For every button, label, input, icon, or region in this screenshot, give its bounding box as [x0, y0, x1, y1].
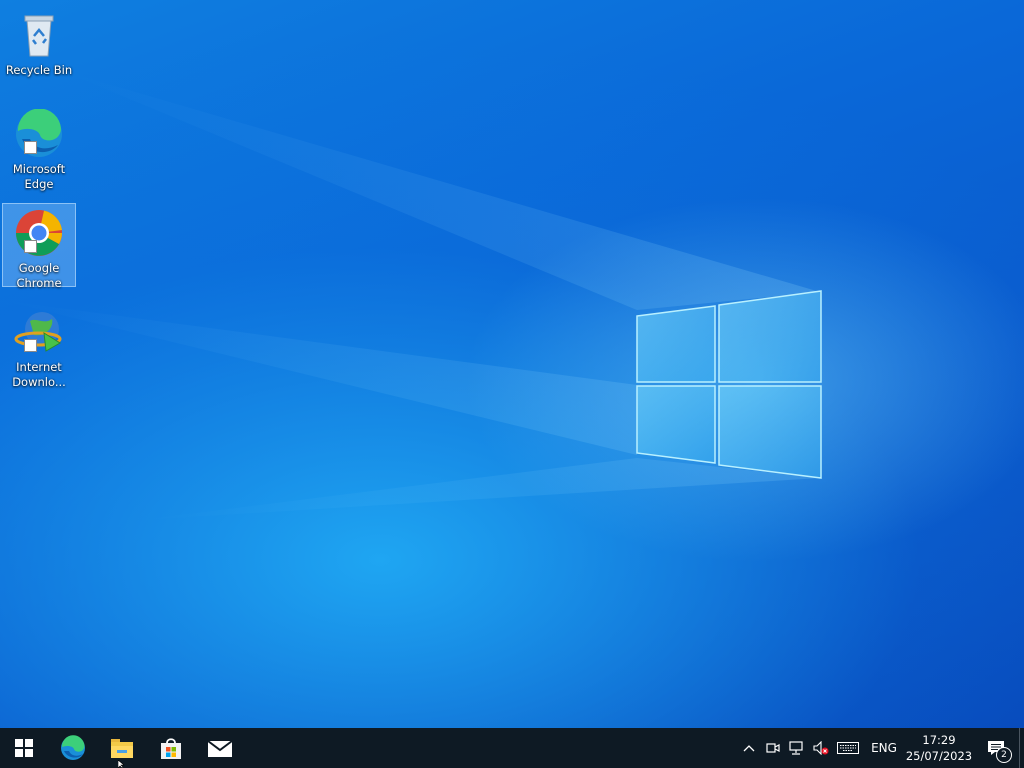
windows-logo-wallpaper: [0, 70, 822, 520]
chevron-up-icon: [743, 745, 755, 752]
desktop-icon-internet-download-manager[interactable]: Internet Downlo...: [2, 302, 76, 391]
touch-keyboard-button[interactable]: [833, 728, 863, 768]
show-hidden-icons-button[interactable]: [737, 728, 761, 768]
desktop-icon-label: Google Chrome: [16, 261, 62, 290]
shortcut-arrow-icon: [24, 339, 37, 352]
meet-now-button[interactable]: [761, 728, 785, 768]
volume-button[interactable]: [809, 728, 833, 768]
idm-icon: [14, 307, 64, 357]
store-icon: [160, 738, 181, 759]
start-icon: [15, 739, 33, 757]
desktop-icon-microsoft-edge[interactable]: Microsoft Edge: [2, 104, 76, 193]
edge-icon: [60, 735, 85, 760]
desktop-wallpaper: Recycle Bin Microsoft Edge Google Chrome…: [0, 0, 1024, 728]
shortcut-arrow-icon: [24, 141, 37, 154]
taskbar-store-button[interactable]: [146, 728, 195, 768]
mail-icon: [206, 740, 233, 757]
file-explorer-icon: [110, 739, 133, 758]
action-center-button[interactable]: 2: [973, 728, 1019, 768]
taskbar: ENG 17:29 25/07/2023 2: [0, 728, 1024, 768]
clock-date: 25/07/2023: [905, 749, 973, 763]
notification-count-badge: 2: [996, 747, 1012, 763]
network-icon: [789, 741, 803, 755]
edge-icon: [14, 108, 64, 159]
keyboard-icon: [837, 742, 859, 754]
input-language[interactable]: ENG: [863, 741, 905, 755]
start-button[interactable]: [0, 728, 48, 768]
mouse-cursor-icon: [118, 760, 125, 768]
volume-muted-icon: [813, 741, 829, 755]
clock[interactable]: 17:29 25/07/2023: [905, 732, 973, 764]
recycle-bin-icon: [14, 10, 64, 60]
shortcut-arrow-icon: [24, 240, 37, 253]
taskbar-edge-button[interactable]: [48, 728, 97, 768]
clock-time: 17:29: [922, 733, 956, 747]
desktop-icon-label: Microsoft Edge: [12, 162, 66, 191]
meet-now-icon: [766, 743, 780, 753]
show-desktop-button[interactable]: [1019, 728, 1024, 768]
desktop-icon-google-chrome[interactable]: Google Chrome: [2, 203, 76, 290]
desktop-icon-label: Internet Downlo...: [12, 360, 66, 389]
desktop-icon-recycle-bin[interactable]: Recycle Bin: [2, 5, 76, 79]
desktop-icon-label: Recycle Bin: [5, 63, 73, 77]
network-button[interactable]: [785, 728, 809, 768]
chrome-icon: [14, 208, 64, 258]
taskbar-mail-button[interactable]: [195, 728, 244, 768]
system-tray: ENG 17:29 25/07/2023 2: [737, 728, 1024, 768]
